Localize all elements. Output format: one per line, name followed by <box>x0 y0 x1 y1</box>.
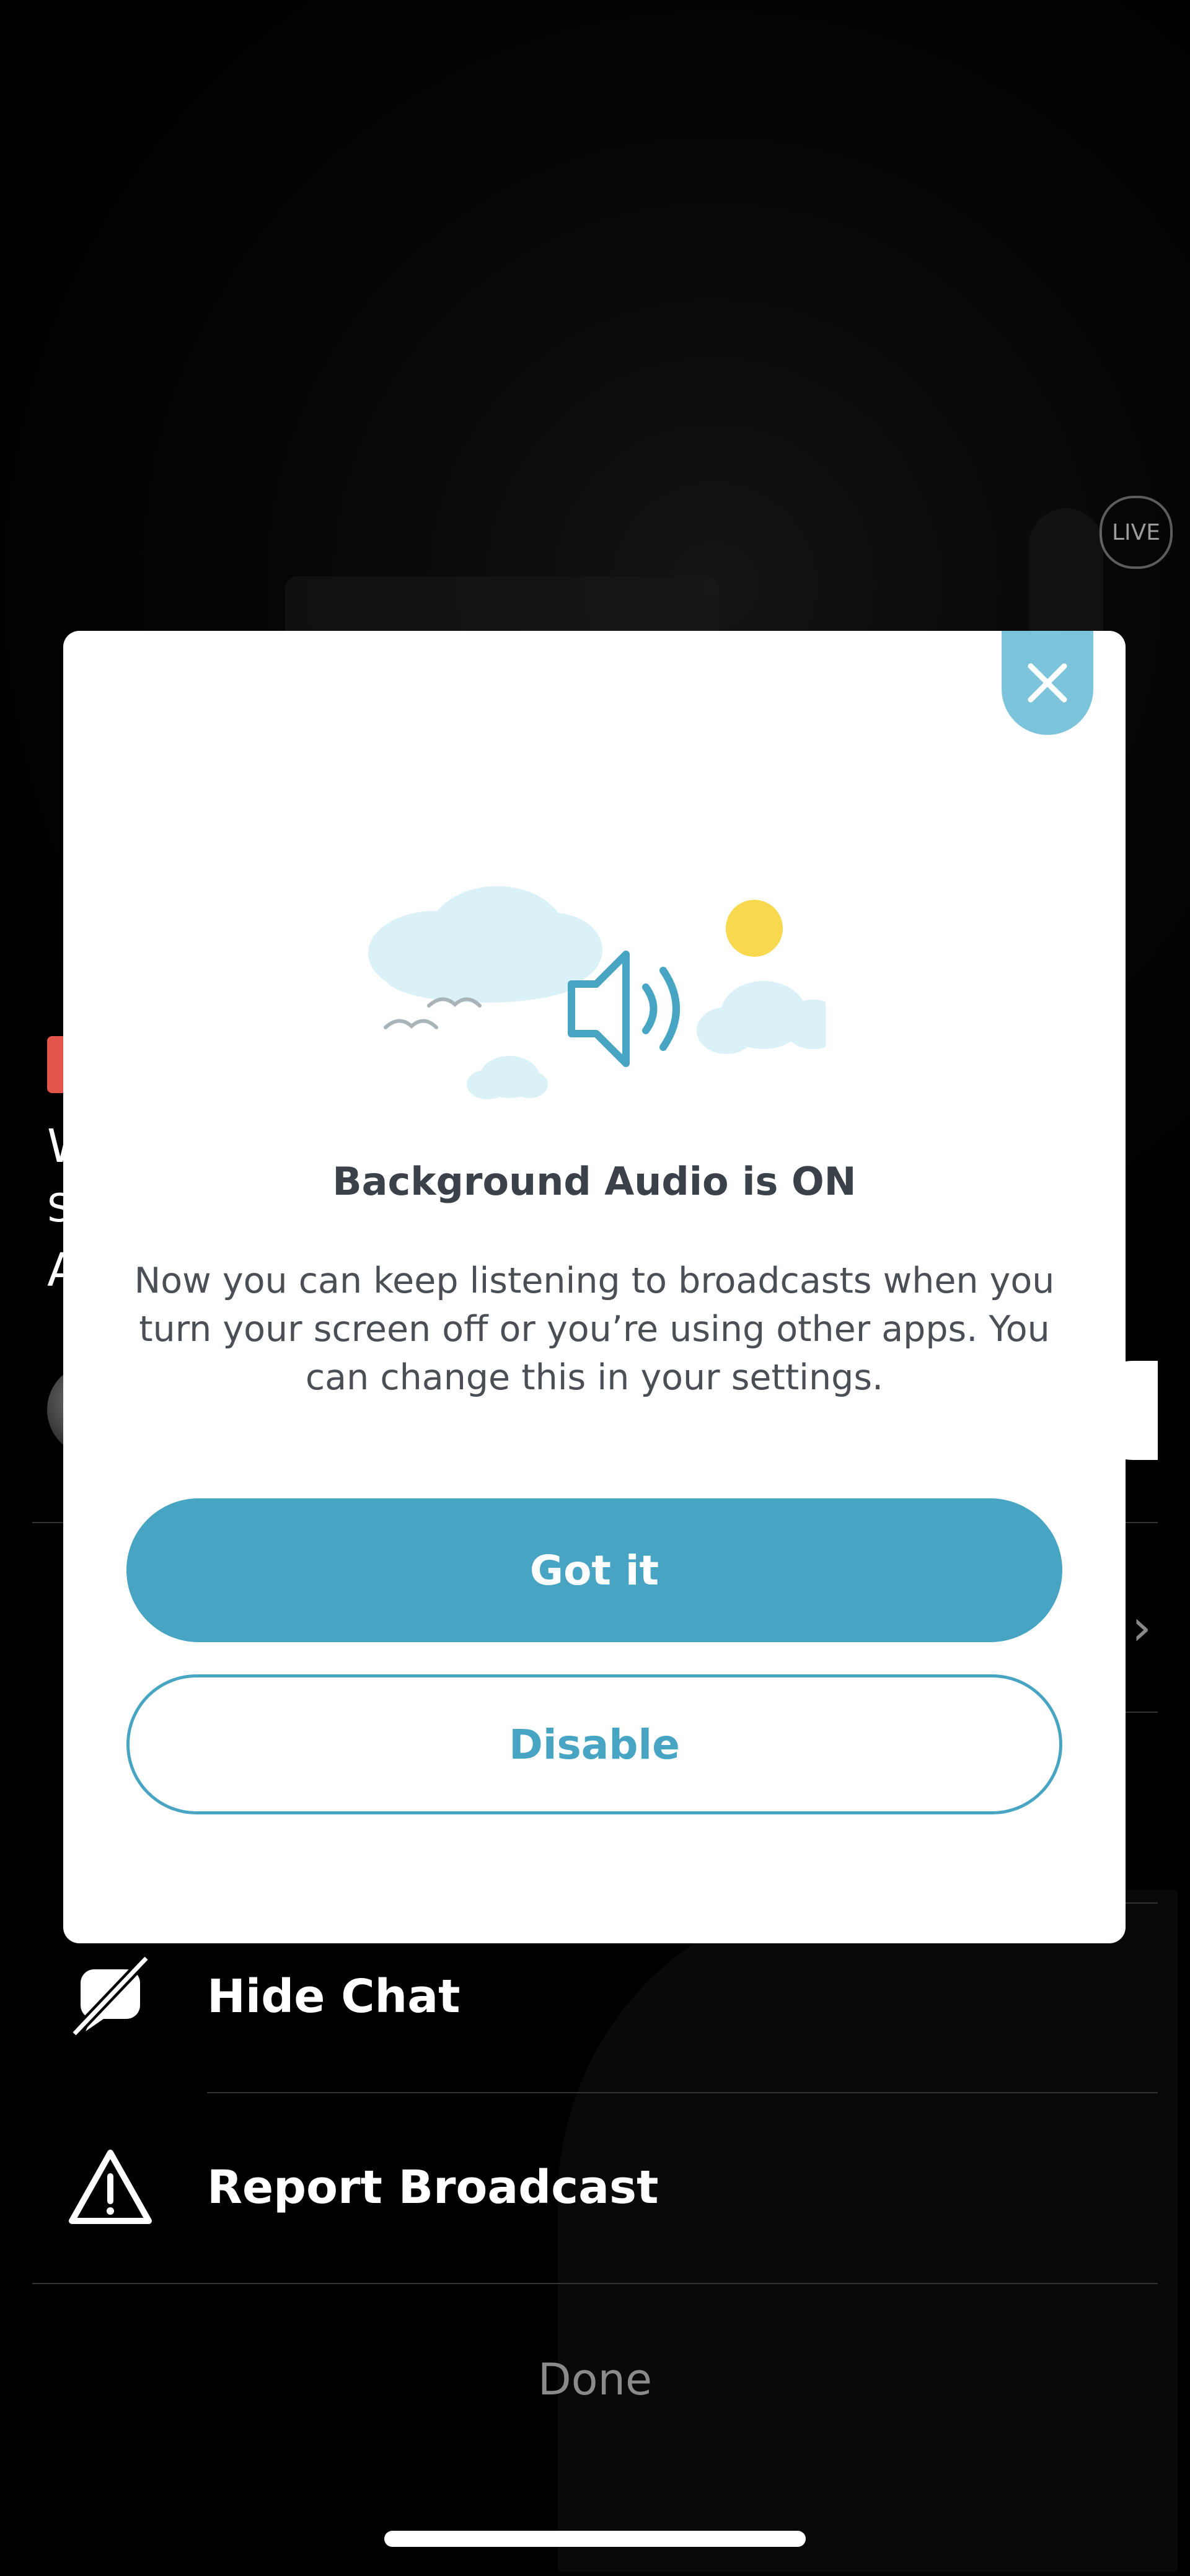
chat-off-icon <box>69 1953 151 2039</box>
divider <box>32 2283 1158 2284</box>
home-indicator <box>384 2531 806 2547</box>
hide-chat-label: Hide Chat <box>207 1970 461 2023</box>
close-button[interactable] <box>1002 631 1093 735</box>
live-logo: LIVE <box>1100 496 1173 569</box>
cloud-icon <box>467 1056 548 1099</box>
audio-illustration <box>368 886 826 1099</box>
report-broadcast-label: Report Broadcast <box>207 2161 659 2214</box>
got-it-button[interactable]: Got it <box>126 1498 1062 1642</box>
report-broadcast-row[interactable]: Report Broadcast <box>0 2095 1190 2280</box>
modal-title: Background Audio is ON <box>332 1159 857 1204</box>
disable-button[interactable]: Disable <box>126 1674 1062 1814</box>
sun-icon <box>726 900 783 957</box>
divider <box>207 2092 1158 2093</box>
chevron-right-icon: › <box>1132 1599 1152 1656</box>
bird-icon <box>384 997 482 1029</box>
live-logo-text: LIVE <box>1111 519 1161 545</box>
close-icon <box>1028 663 1067 703</box>
done-button[interactable]: Done <box>0 2293 1190 2466</box>
warning-icon <box>69 2150 152 2224</box>
cloud-icon <box>368 886 602 1003</box>
background-audio-modal: Background Audio is ON Now you can keep … <box>63 631 1126 1943</box>
modal-body-text: Now you can keep listening to broadcasts… <box>134 1260 1055 1398</box>
cloud-icon <box>697 981 826 1054</box>
